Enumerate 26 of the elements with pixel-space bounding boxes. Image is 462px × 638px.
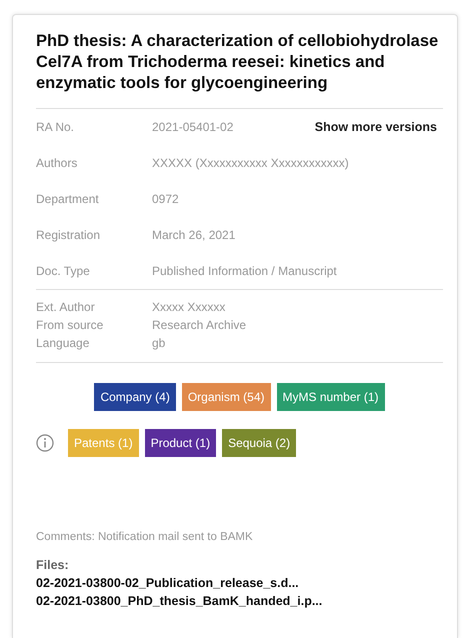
- field-value: Research Archive: [152, 317, 248, 334]
- field-value: 0972: [152, 191, 179, 208]
- file-link[interactable]: 02-2021-03800-02_Publication_release_s.d...: [36, 574, 443, 592]
- field-label: From source: [36, 317, 104, 334]
- field-label: Doc. Type: [36, 263, 91, 280]
- field-label: Authors: [36, 155, 78, 172]
- field-label: Language: [36, 335, 90, 352]
- tag-button[interactable]: Product (1): [144, 429, 216, 457]
- field-value: gb: [152, 335, 166, 352]
- info-icon[interactable]: [36, 434, 54, 452]
- field-label: Ext. Author: [36, 299, 96, 316]
- field-label: Department: [36, 191, 100, 208]
- show-more-versions-link[interactable]: Show more versions: [314, 118, 437, 136]
- record-title: PhD thesis: A characterization of cellobiohydrolase Cel7A from Trichoderma reesei: kinetics and enzymatic tools for glycoengineering: [36, 31, 440, 94]
- field-value: 2021-05401-02: [152, 119, 234, 136]
- file-link[interactable]: 02-2021-03800_PhD_thesis_BamK_handed_i.p...: [36, 592, 443, 610]
- field-value: March 26, 2021: [152, 227, 236, 244]
- tag-button[interactable]: Sequoia (2): [222, 429, 296, 457]
- field-label: RA No.: [36, 119, 76, 136]
- field-value: Xxxxx Xxxxxx: [152, 299, 226, 316]
- files-label: Files:: [36, 557, 70, 574]
- field-label: Registration: [36, 227, 102, 244]
- field-value: XXXXX (Xxxxxxxxxxx Xxxxxxxxxxxx): [152, 155, 349, 172]
- field-value: Published Information / Manuscript: [152, 263, 337, 280]
- tag-button[interactable]: Company (4): [94, 383, 176, 411]
- comments-text: Comments: Notification mail sent to BAMK: [36, 530, 254, 545]
